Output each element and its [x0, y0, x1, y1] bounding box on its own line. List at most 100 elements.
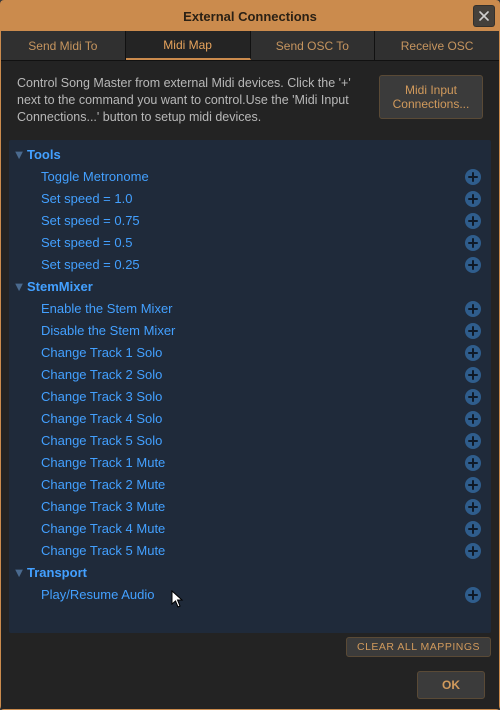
clear-all-mappings-button[interactable]: CLEAR ALL MAPPINGS [346, 637, 491, 657]
command-tree[interactable]: ▼ToolsToggle MetronomeSet speed = 1.0Set… [9, 140, 491, 633]
info-section: Control Song Master from external Midi d… [1, 61, 499, 130]
add-mapping-button[interactable] [465, 433, 481, 449]
add-mapping-button[interactable] [465, 301, 481, 317]
add-mapping-button[interactable] [465, 521, 481, 537]
add-mapping-button[interactable] [465, 411, 481, 427]
add-mapping-button[interactable] [465, 169, 481, 185]
disclosure-triangle-icon: ▼ [13, 281, 25, 293]
command-item: Change Track 5 Mute [13, 540, 487, 562]
plus-icon [468, 326, 478, 336]
command-label: Set speed = 1.0 [41, 191, 465, 206]
command-label: Enable the Stem Mixer [41, 301, 465, 316]
category-header[interactable]: ▼Tools [13, 144, 487, 166]
command-label: Set speed = 0.25 [41, 257, 465, 272]
disclosure-triangle-icon: ▼ [13, 149, 25, 161]
command-item: Set speed = 0.25 [13, 254, 487, 276]
plus-icon [468, 502, 478, 512]
command-item: Set speed = 1.0 [13, 188, 487, 210]
plus-icon [468, 194, 478, 204]
command-label: Change Track 1 Mute [41, 455, 465, 470]
category-header[interactable]: ▼StemMixer [13, 276, 487, 298]
add-mapping-button[interactable] [465, 543, 481, 559]
plus-icon [468, 414, 478, 424]
info-text: Control Song Master from external Midi d… [17, 75, 369, 126]
add-mapping-button[interactable] [465, 191, 481, 207]
add-mapping-button[interactable] [465, 367, 481, 383]
command-item: Change Track 5 Solo [13, 430, 487, 452]
command-label: Set speed = 0.5 [41, 235, 465, 250]
close-button[interactable] [473, 5, 495, 27]
command-label: Change Track 2 Solo [41, 367, 465, 382]
titlebar: External Connections [1, 1, 499, 31]
command-item: Disable the Stem Mixer [13, 320, 487, 342]
command-tree-panel: ▼ToolsToggle MetronomeSet speed = 1.0Set… [9, 140, 491, 633]
command-label: Change Track 4 Mute [41, 521, 465, 536]
plus-icon [468, 392, 478, 402]
command-label: Change Track 5 Solo [41, 433, 465, 448]
command-label: Play/Resume Audio [41, 587, 465, 602]
plus-icon [468, 216, 478, 226]
add-mapping-button[interactable] [465, 257, 481, 273]
command-label: Change Track 2 Mute [41, 477, 465, 492]
command-label: Change Track 3 Mute [41, 499, 465, 514]
command-label: Change Track 5 Mute [41, 543, 465, 558]
command-item: Change Track 1 Solo [13, 342, 487, 364]
plus-icon [468, 524, 478, 534]
external-connections-window: External Connections Send Midi To Midi M… [0, 0, 500, 710]
tab-send-osc-to[interactable]: Send OSC To [251, 31, 376, 60]
add-mapping-button[interactable] [465, 323, 481, 339]
command-item: Change Track 1 Mute [13, 452, 487, 474]
category-label: Transport [27, 565, 87, 580]
command-item: Change Track 3 Mute [13, 496, 487, 518]
category-header[interactable]: ▼Transport [13, 562, 487, 584]
command-label: Set speed = 0.75 [41, 213, 465, 228]
tab-send-midi-to[interactable]: Send Midi To [1, 31, 126, 60]
add-mapping-button[interactable] [465, 213, 481, 229]
plus-icon [468, 348, 478, 358]
command-item: Change Track 4 Solo [13, 408, 487, 430]
command-label: Change Track 3 Solo [41, 389, 465, 404]
close-icon [479, 11, 489, 21]
command-item: Play/Resume Audio [13, 584, 487, 606]
plus-icon [468, 458, 478, 468]
plus-icon [468, 480, 478, 490]
command-item: Set speed = 0.5 [13, 232, 487, 254]
bottom-bar-lower: OK [1, 661, 499, 709]
add-mapping-button[interactable] [465, 235, 481, 251]
command-item: Set speed = 0.75 [13, 210, 487, 232]
bottom-bar-upper: CLEAR ALL MAPPINGS [1, 633, 499, 661]
plus-icon [468, 436, 478, 446]
add-mapping-button[interactable] [465, 389, 481, 405]
command-item: Change Track 4 Mute [13, 518, 487, 540]
window-title: External Connections [1, 9, 499, 24]
tab-receive-osc[interactable]: Receive OSC [375, 31, 499, 60]
plus-icon [468, 546, 478, 556]
disclosure-triangle-icon: ▼ [13, 567, 25, 579]
add-mapping-button[interactable] [465, 499, 481, 515]
plus-icon [468, 172, 478, 182]
command-item: Change Track 2 Solo [13, 364, 487, 386]
tabs-bar: Send Midi To Midi Map Send OSC To Receiv… [1, 31, 499, 61]
plus-icon [468, 370, 478, 380]
add-mapping-button[interactable] [465, 587, 481, 603]
command-label: Change Track 1 Solo [41, 345, 465, 360]
command-item: Change Track 3 Solo [13, 386, 487, 408]
plus-icon [468, 238, 478, 248]
command-label: Change Track 4 Solo [41, 411, 465, 426]
category-label: Tools [27, 147, 61, 162]
command-item: Toggle Metronome [13, 166, 487, 188]
plus-icon [468, 260, 478, 270]
add-mapping-button[interactable] [465, 455, 481, 471]
category-label: StemMixer [27, 279, 93, 294]
add-mapping-button[interactable] [465, 477, 481, 493]
command-item: Change Track 2 Mute [13, 474, 487, 496]
plus-icon [468, 304, 478, 314]
tab-midi-map[interactable]: Midi Map [126, 31, 251, 60]
ok-button[interactable]: OK [417, 671, 485, 699]
command-label: Disable the Stem Mixer [41, 323, 465, 338]
plus-icon [468, 590, 478, 600]
midi-input-connections-button[interactable]: Midi Input Connections... [379, 75, 483, 119]
command-label: Toggle Metronome [41, 169, 465, 184]
add-mapping-button[interactable] [465, 345, 481, 361]
command-item: Enable the Stem Mixer [13, 298, 487, 320]
